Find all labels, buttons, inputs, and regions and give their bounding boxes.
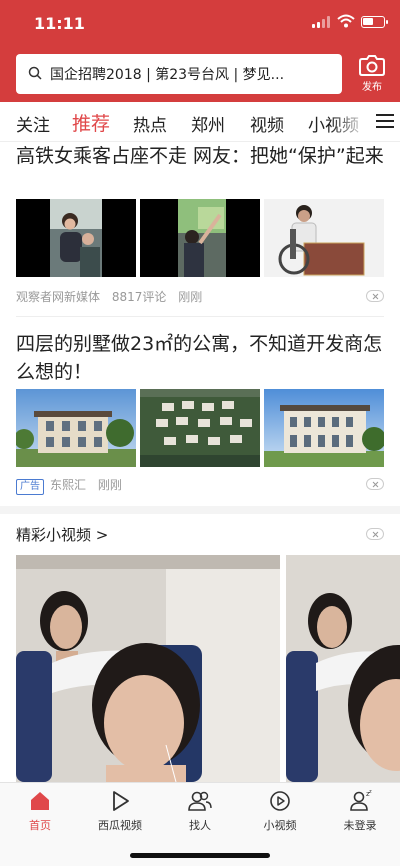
user-icon: z z <box>350 789 372 811</box>
article-image[interactable] <box>16 199 136 277</box>
nav-not-logged-in[interactable]: z z 未登录 <box>320 789 400 833</box>
wifi-icon <box>337 14 355 28</box>
nav-label: 小视频 <box>263 819 297 832</box>
short-video-icon <box>270 791 290 811</box>
home-indicator <box>130 853 270 858</box>
article-comments: 8817评论 <box>111 290 167 304</box>
people-icon <box>188 791 212 811</box>
article-meta: 广告 东熙汇 刚刚 <box>16 476 130 495</box>
nav-short-video[interactable]: 小视频 <box>240 789 320 833</box>
article-source: 东熙汇 <box>50 478 87 492</box>
svg-text:z: z <box>369 789 372 795</box>
nav-label: 找人 <box>189 819 211 832</box>
home-icon <box>31 792 49 810</box>
dislike-button[interactable] <box>366 290 384 302</box>
nav-label: 首页 <box>29 819 51 832</box>
tab-video[interactable]: 视频 <box>250 111 284 136</box>
tab-recommend[interactable]: 推荐 <box>72 109 110 136</box>
short-video-heading[interactable]: 精彩小视频 > <box>16 524 108 545</box>
status-time: 11:11 <box>34 14 85 33</box>
channel-tabs: 关注 推荐 热点 郑州 视频 小视频 <box>0 102 400 142</box>
article-title[interactable]: 高铁女乘客占座不走 网友：把她“保护”起来 <box>16 142 384 170</box>
article-image[interactable] <box>264 389 384 467</box>
camera-icon <box>359 55 385 76</box>
article-time: 刚刚 <box>178 290 203 304</box>
news-item[interactable]: 高铁女乘客占座不走 网友：把她“保护”起来 观察者网新媒体 8817评论 刚刚 <box>16 142 384 310</box>
play-icon <box>113 791 129 811</box>
article-source: 观察者网新媒体 <box>16 290 101 304</box>
bottom-nav: 首页 西瓜视频 找人 小视频 z z 未登录 <box>0 782 400 866</box>
article-meta: 观察者网新媒体 8817评论 刚刚 <box>16 288 210 305</box>
signal-icon <box>312 16 332 28</box>
publish-button[interactable]: 发布 <box>354 54 390 98</box>
top-header: 11:11 国企招聘2018 | 第23号台风 | 梦见... 发布 <box>0 0 400 102</box>
article-time: 刚刚 <box>97 478 122 492</box>
dislike-button[interactable] <box>366 528 384 540</box>
nav-label: 西瓜视频 <box>98 819 142 832</box>
nav-xigua-video[interactable]: 西瓜视频 <box>80 789 160 833</box>
battery-icon <box>361 16 388 28</box>
article-image[interactable] <box>264 199 384 277</box>
dislike-button[interactable] <box>366 478 384 490</box>
publish-label: 发布 <box>362 82 382 93</box>
tab-zhengzhou[interactable]: 郑州 <box>191 111 225 136</box>
search-text: 国企招聘2018 | 第23号台风 | 梦见... <box>50 67 285 83</box>
tab-follow[interactable]: 关注 <box>16 111 50 136</box>
search-bar[interactable]: 国企招聘2018 | 第23号台风 | 梦见... <box>16 54 342 94</box>
status-bar: 11:11 <box>0 0 400 46</box>
article-image[interactable] <box>140 389 260 467</box>
nav-find-people[interactable]: 找人 <box>160 789 240 833</box>
nav-label: 未登录 <box>343 819 377 832</box>
short-video-card[interactable] <box>286 555 400 782</box>
short-video-card[interactable] <box>16 555 280 782</box>
menu-icon[interactable] <box>376 114 394 128</box>
search-icon <box>28 66 42 80</box>
ad-item[interactable]: 四层的别墅做23㎡的公寓，不知道开发商怎么想的！ 广告 东熙汇 刚刚 <box>16 330 384 498</box>
tab-hot[interactable]: 热点 <box>133 111 167 136</box>
ad-badge: 广告 <box>16 479 44 495</box>
article-title[interactable]: 四层的别墅做23㎡的公寓，不知道开发商怎么想的！ <box>16 330 384 386</box>
article-image[interactable] <box>140 199 260 277</box>
article-image[interactable] <box>16 389 136 467</box>
nav-home[interactable]: 首页 <box>0 789 80 833</box>
